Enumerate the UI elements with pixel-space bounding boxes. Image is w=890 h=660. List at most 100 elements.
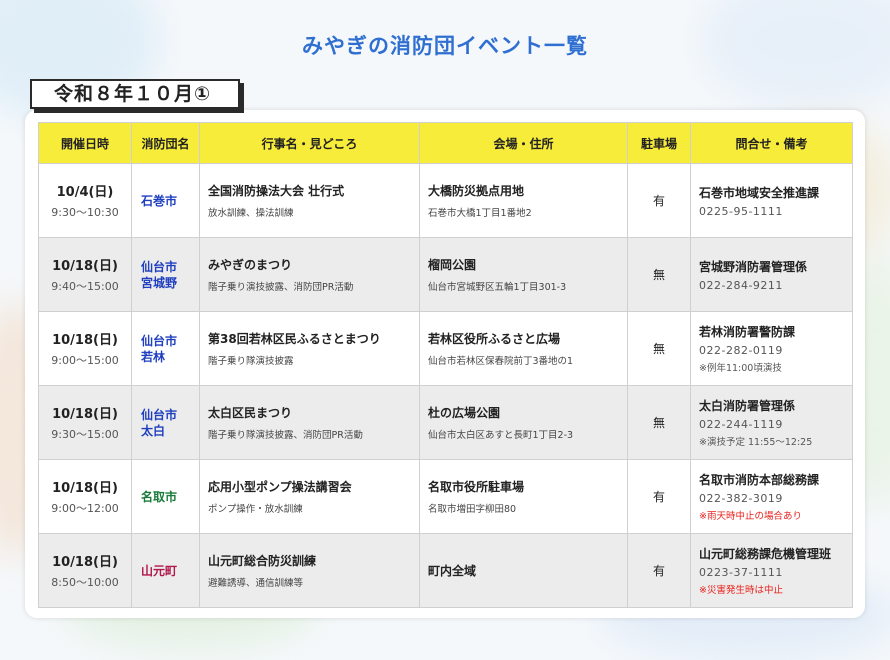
org-name-line1: 仙台市 (141, 407, 178, 422)
month-label: 令和８年１０月① (30, 79, 240, 109)
event-name: みやぎのまつり (208, 258, 293, 272)
event-detail: 階子乗り演技披露、消防団PR活動 (208, 282, 354, 293)
table-row: 10/18(日) 9:00～12:00 名取市 応用小型ポンプ操法講習会 ポンプ… (38, 459, 853, 534)
venue-address: 石巻市大橋1丁目1番地2 (428, 208, 532, 219)
header-event: 行事名・見どころ (199, 122, 420, 164)
event-date: 10/18(日) (52, 481, 118, 496)
contact-cell: 山元町総務課危機管理班 0223-37-1111 ※災害発生時は中止 (690, 533, 853, 608)
event-name: 応用小型ポンプ操法講習会 (208, 480, 352, 494)
date-cell: 10/18(日) 9:30～15:00 (38, 385, 132, 460)
venue-address: 仙台市宮城野区五輪1丁目301-3 (428, 282, 567, 293)
org-cell: 仙台市 宮城野 (131, 237, 200, 312)
event-detail: 避難誘導、通信訓練等 (208, 578, 304, 589)
contact-name: 宮城野消防署管理係 (699, 259, 808, 274)
event-date: 10/18(日) (52, 407, 118, 422)
venue-name: 若林区役所ふるさと広場 (428, 332, 561, 346)
event-date: 10/18(日) (52, 555, 118, 570)
org-name-line1: 仙台市 (141, 333, 178, 348)
contact-tel: 022-282-0119 (699, 344, 783, 357)
org-name-line1: 名取市 (141, 489, 178, 504)
date-cell: 10/4(日) 9:30～10:30 (38, 163, 132, 238)
table-header-row: 開催日時 消防団名 行事名・見どころ 会場・住所 駐車場 問合せ・備考 (38, 122, 853, 164)
table-row: 10/18(日) 9:40～15:00 仙台市 宮城野 みやぎのまつり 階子乗り… (38, 237, 853, 312)
contact-cell: 若林消防署警防課 022-282-0119 ※例年11:00頃演技 (690, 311, 853, 386)
contact-tel: 022-244-1119 (699, 418, 783, 431)
venue-address: 仙台市若林区保春院前丁3番地の1 (428, 356, 574, 367)
venue-cell: 大橋防災拠点用地 石巻市大橋1丁目1番地2 (419, 163, 628, 238)
parking-cell: 無 (627, 237, 691, 312)
contact-name: 名取市消防本部総務課 (699, 473, 820, 487)
org-cell: 名取市 (131, 459, 200, 534)
contact-tel: 0223-37-1111 (699, 566, 783, 579)
event-time: 9:00～12:00 (51, 502, 119, 515)
venue-name: 杜の広場公園 (428, 406, 501, 420)
org-cell: 仙台市 太白 (131, 385, 200, 460)
event-detail: 階子乗り隊演技披露 (208, 356, 294, 367)
event-detail: 階子乗り隊演技披露、消防団PR活動 (208, 430, 363, 441)
org-name-line2: 宮城野 (141, 275, 178, 290)
event-time: 9:40～15:00 (51, 280, 119, 293)
header-parking: 駐車場 (627, 122, 691, 164)
venue-cell: 榴岡公園 仙台市宮城野区五輪1丁目301-3 (419, 237, 628, 312)
header-date: 開催日時 (38, 122, 132, 164)
event-name: 山元町総合防災訓練 (208, 554, 317, 568)
contact-cell: 宮城野消防署管理係 022-284-9211 (690, 237, 853, 312)
org-cell: 仙台市 若林 (131, 311, 200, 386)
date-cell: 10/18(日) 9:00～15:00 (38, 311, 132, 386)
venue-name: 町内全域 (428, 564, 477, 578)
table-row: 10/18(日) 9:30～15:00 仙台市 太白 太白区民まつり 階子乗り隊… (38, 385, 853, 460)
header-org: 消防団名 (131, 122, 200, 164)
contact-name: 山元町総務課危機管理班 (699, 547, 832, 561)
event-cell: 応用小型ポンプ操法講習会 ポンプ操作・放水訓練 (199, 459, 420, 534)
parking-cell: 有 (627, 163, 691, 238)
venue-name: 榴岡公園 (428, 258, 477, 272)
table-row: 10/18(日) 9:00～15:00 仙台市 若林 第38回若林区民ふるさとま… (38, 311, 853, 386)
parking-cell: 有 (627, 459, 691, 534)
org-name-line1: 仙台市 (141, 259, 178, 274)
contact-cell: 名取市消防本部総務課 022-382-3019 ※雨天時中止の場合あり (690, 459, 853, 534)
page-title: みやぎの消防団イベント一覧 (302, 34, 588, 58)
org-cell: 石巻市 (131, 163, 200, 238)
venue-name: 名取市役所駐車場 (428, 480, 525, 494)
contact-cell: 太白消防署管理係 022-244-1119 ※演技予定 11:55～12:25 (690, 385, 853, 460)
table-row: 10/18(日) 8:50～10:00 山元町 山元町総合防災訓練 避難誘導、通… (38, 533, 853, 608)
contact-note: ※演技予定 11:55～12:25 (699, 437, 813, 448)
event-cell: 山元町総合防災訓練 避難誘導、通信訓練等 (199, 533, 420, 608)
event-date: 10/18(日) (52, 333, 118, 348)
date-cell: 10/18(日) 9:40～15:00 (38, 237, 132, 312)
event-cell: みやぎのまつり 階子乗り演技披露、消防団PR活動 (199, 237, 420, 312)
venue-cell: 名取市役所駐車場 名取市増田字柳田80 (419, 459, 628, 534)
org-name-line1: 山元町 (141, 563, 178, 578)
org-name-line2: 若林 (141, 349, 166, 364)
venue-name: 大橋防災拠点用地 (428, 184, 525, 198)
table-row: 10/4(日) 9:30～10:30 石巻市 全国消防操法大会 壮行式 放水訓練… (38, 163, 853, 238)
header-contact: 問合せ・備考 (690, 122, 853, 164)
contact-note: ※災害発生時は中止 (699, 585, 783, 596)
parking-cell: 無 (627, 385, 691, 460)
event-detail: 放水訓練、操法訓練 (208, 208, 294, 219)
event-detail: ポンプ操作・放水訓練 (208, 504, 303, 515)
contact-name: 石巻市地域安全推進課 (699, 185, 820, 200)
contact-note: ※例年11:00頃演技 (699, 363, 782, 374)
event-cell: 太白区民まつり 階子乗り隊演技披露、消防団PR活動 (199, 385, 420, 460)
contact-note: ※雨天時中止の場合あり (699, 511, 802, 522)
event-name: 太白区民まつり (208, 406, 293, 420)
venue-cell: 杜の広場公園 仙台市太白区あすと長町1丁目2-3 (419, 385, 628, 460)
contact-tel: 022-382-3019 (699, 492, 783, 505)
venue-cell: 町内全域 (419, 533, 628, 608)
header-venue: 会場・住所 (419, 122, 628, 164)
events-table: 開催日時 消防団名 行事名・見どころ 会場・住所 駐車場 問合せ・備考 10/4… (38, 122, 853, 608)
parking-cell: 有 (627, 533, 691, 608)
contact-name: 若林消防署警防課 (699, 325, 796, 339)
org-name-line1: 石巻市 (141, 193, 178, 208)
date-cell: 10/18(日) 8:50～10:00 (38, 533, 132, 608)
venue-cell: 若林区役所ふるさと広場 仙台市若林区保春院前丁3番地の1 (419, 311, 628, 386)
contact-cell: 石巻市地域安全推進課 0225-95-1111 (690, 163, 853, 238)
contact-tel: 0225-95-1111 (699, 204, 783, 218)
event-date: 10/18(日) (52, 259, 118, 274)
parking-cell: 無 (627, 311, 691, 386)
event-name: 第38回若林区民ふるさとまつり (208, 332, 381, 346)
event-cell: 第38回若林区民ふるさとまつり 階子乗り隊演技披露 (199, 311, 420, 386)
venue-address: 仙台市太白区あすと長町1丁目2-3 (428, 430, 574, 441)
event-time: 9:00～15:00 (51, 354, 119, 367)
